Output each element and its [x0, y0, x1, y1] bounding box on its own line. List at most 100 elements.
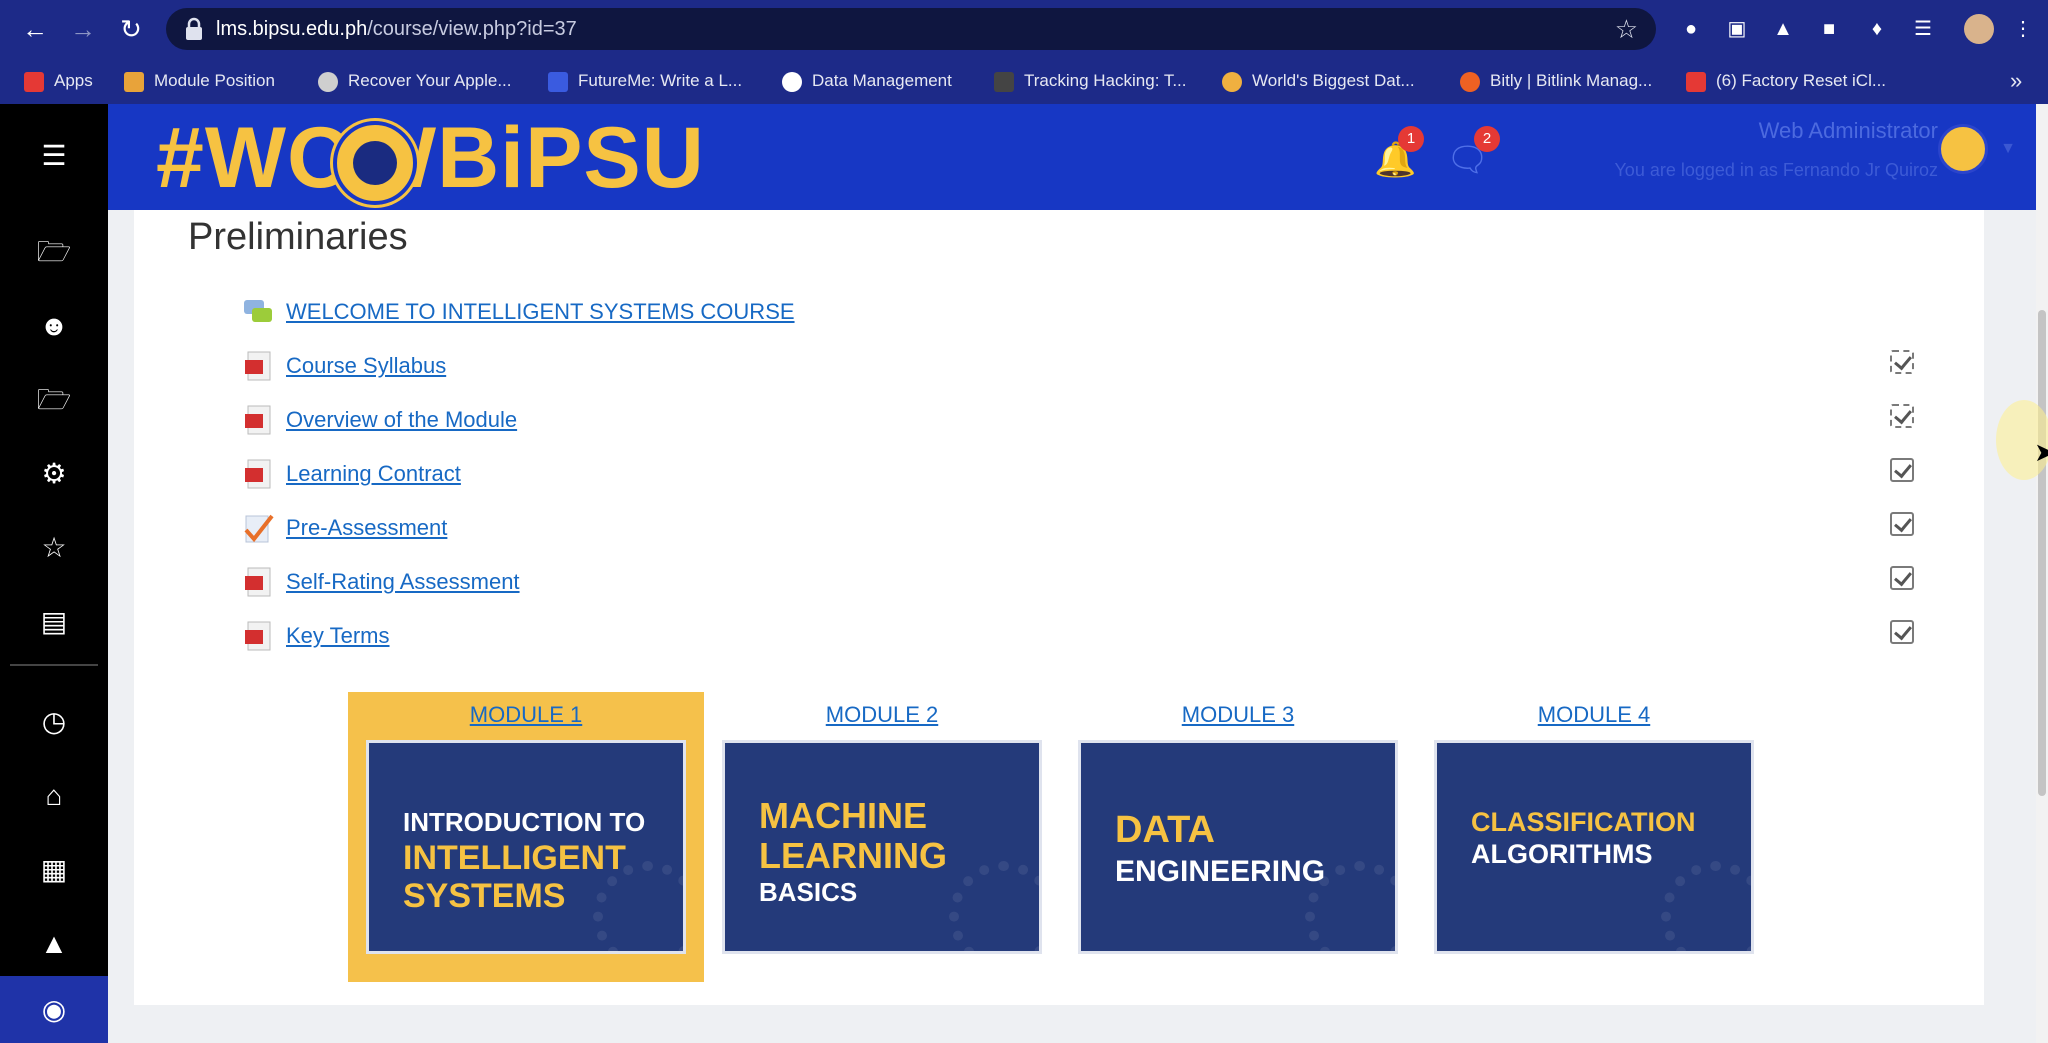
completion-checkbox[interactable]	[1890, 566, 1914, 590]
module-4-card[interactable]: CLASSIFICATION ALGORITHMS	[1434, 740, 1754, 954]
extension-k-icon[interactable]: ■	[1814, 14, 1844, 44]
module-card-line: INTELLIGENT	[403, 839, 626, 877]
calendar-icon[interactable]: ▦	[32, 848, 76, 892]
sidebar-divider	[10, 664, 98, 666]
site-header: #WOWBiPSU 🔔 1 🗨 2 Web Administrator You …	[108, 104, 2036, 210]
home-icon[interactable]: ⌂	[32, 774, 76, 818]
address-bar[interactable]: lms.bipsu.edu.ph/course/view.php?id=37 ☆	[166, 8, 1656, 50]
logged-in-text: You are logged in as Fernando Jr Quiroz	[1614, 160, 1938, 180]
extension-circle-icon[interactable]: ●	[1676, 14, 1706, 44]
module-card-line: DATA	[1115, 809, 1215, 851]
left-nav-drawer: ☰ 🗁 ☻ 🗁 ⚙ ☆ ▤ ◷ ⌂ ▦ ▲ ◉	[0, 104, 108, 1043]
pdf-icon	[245, 621, 271, 651]
bookmark-bitly[interactable]: Bitly | Bitlink Manag...	[1460, 58, 1652, 104]
module-1-card[interactable]: INTRODUCTION TO INTELLIGENT SYSTEMS	[366, 740, 686, 954]
module-card-line: BASICS	[759, 877, 858, 907]
forward-arrow-icon[interactable]: →	[66, 12, 100, 46]
extension-shield-icon[interactable]: ▣	[1722, 14, 1752, 44]
pdf-icon	[245, 567, 271, 597]
module-3-card[interactable]: DATA ENGINEERING	[1078, 740, 1398, 954]
youtube-icon	[1686, 71, 1706, 92]
bookmark-data-management[interactable]: Data Management	[782, 58, 952, 104]
bitly-icon	[1460, 71, 1480, 92]
user-avatar[interactable]	[1938, 124, 1988, 174]
bookmark-label: Data Management	[812, 71, 952, 90]
module-card-line: MACHINE	[759, 795, 927, 836]
bookmark-worlds-biggest[interactable]: World's Biggest Dat...	[1222, 58, 1415, 104]
completion-checkbox[interactable]	[1890, 458, 1914, 482]
folder-icon[interactable]: 🗁	[32, 230, 76, 274]
globe-icon	[782, 71, 802, 92]
media-control-icon[interactable]: ☰	[1908, 14, 1938, 44]
bookmark-label: Tracking Hacking: T...	[1024, 71, 1187, 90]
graduation-cap-icon[interactable]: ▲	[32, 922, 76, 966]
user-menu-caret-icon[interactable]: ▼	[2000, 140, 2016, 158]
bookmarks-overflow-icon[interactable]: »	[2010, 58, 2022, 104]
activity-link[interactable]: Pre-Assessment	[286, 508, 447, 548]
university-seal-icon	[333, 121, 417, 205]
quiz-checkmark-icon	[244, 514, 274, 543]
bookmark-label: (6) Factory Reset iCl...	[1716, 71, 1887, 90]
url-text: lms.bipsu.edu.ph/course/view.php?id=37	[216, 8, 577, 50]
module-4-link[interactable]: MODULE 4	[1434, 702, 1754, 728]
activity-link[interactable]: Self-Rating Assessment	[286, 562, 520, 602]
bookmark-star-icon[interactable]: ☆	[1615, 8, 1638, 50]
module-2-card[interactable]: MACHINE LEARNING BASICS	[722, 740, 1042, 954]
sidebar-active-item[interactable]: ◉	[0, 976, 108, 1043]
dashboard-gauge-icon[interactable]: ◷	[32, 700, 76, 744]
bookmark-apps[interactable]: Apps	[24, 58, 93, 104]
back-arrow-icon[interactable]: ←	[18, 12, 52, 46]
module-card-line: ALGORITHMS	[1471, 839, 1653, 869]
bookmark-recover-apple[interactable]: Recover Your Apple...	[318, 58, 512, 104]
mouse-pointer-icon: ➤	[2034, 437, 2048, 467]
url-path: /course/view.php?id=37	[367, 18, 577, 40]
extension-dark-icon[interactable]: ▲	[1768, 14, 1798, 44]
folder-icon[interactable]: 🗁	[32, 378, 76, 422]
message-badge: 2	[1474, 126, 1500, 152]
badges-icon[interactable]: ⚙	[32, 452, 76, 496]
module-1-link[interactable]: MODULE 1	[366, 702, 686, 728]
extensions-puzzle-icon[interactable]: ♦	[1862, 14, 1892, 44]
module-3-link[interactable]: MODULE 3	[1078, 702, 1398, 728]
browser-toolbar: ← → ↻ lms.bipsu.edu.ph/course/view.php?i…	[0, 0, 2048, 58]
book-icon[interactable]: ▤	[32, 600, 76, 644]
completion-checkbox[interactable]	[1890, 620, 1914, 644]
bookmark-factory-reset[interactable]: (6) Factory Reset iCl...	[1686, 58, 1886, 104]
hamburger-menu-icon[interactable]: ☰	[32, 134, 76, 178]
activity-link[interactable]: Course Syllabus	[286, 346, 446, 386]
gear-decoration-icon	[949, 861, 1039, 951]
star-icon[interactable]: ☆	[32, 526, 76, 570]
participants-icon[interactable]: ☻	[32, 304, 76, 348]
lock-shield-icon: ◉	[41, 994, 67, 1025]
bookmark-label: Recover Your Apple...	[348, 71, 512, 90]
bookmark-tracking-hacking[interactable]: Tracking Hacking: T...	[994, 58, 1187, 104]
bookmarks-bar: Apps Module Position Recover Your Apple.…	[0, 58, 2048, 104]
section-title: Preliminaries	[188, 216, 408, 258]
module-card-line: CLASSIFICATION	[1471, 807, 1696, 837]
apps-grid-icon	[24, 71, 44, 92]
page-scrollbar-thumb[interactable]	[2038, 310, 2046, 796]
completion-checkbox[interactable]	[1890, 512, 1914, 536]
gear-decoration-icon	[1661, 861, 1751, 951]
url-host: lms.bipsu.edu.ph	[216, 18, 368, 40]
completion-checkbox[interactable]	[1890, 350, 1914, 374]
course-content: Preliminaries WELCOME TO INTELLIGENT SYS…	[134, 210, 1984, 1005]
activity-link[interactable]: WELCOME TO INTELLIGENT SYSTEMS COURSE	[286, 292, 795, 332]
tracking-icon	[994, 71, 1014, 92]
bookmark-futureme[interactable]: FutureMe: Write a L...	[548, 58, 742, 104]
bookmark-module-position[interactable]: Module Position	[124, 58, 275, 104]
profile-avatar-icon[interactable]	[1964, 14, 1994, 44]
user-role[interactable]: Web Administrator	[1759, 118, 1938, 144]
activity-link[interactable]: Learning Contract	[286, 454, 461, 494]
bookmark-label: Bitly | Bitlink Manag...	[1490, 71, 1653, 90]
completion-checkbox[interactable]	[1890, 404, 1914, 428]
activity-link[interactable]: Overview of the Module	[286, 400, 517, 440]
pdf-icon	[245, 351, 271, 381]
activity-link[interactable]: Key Terms	[286, 616, 390, 656]
reload-icon[interactable]: ↻	[114, 12, 148, 46]
pdf-icon	[245, 459, 271, 489]
browser-menu-icon[interactable]: ⋮	[2008, 14, 2038, 44]
module-2-link[interactable]: MODULE 2	[722, 702, 1042, 728]
site-logo[interactable]: #WOWBiPSU	[156, 114, 705, 202]
futureme-icon	[548, 71, 568, 92]
